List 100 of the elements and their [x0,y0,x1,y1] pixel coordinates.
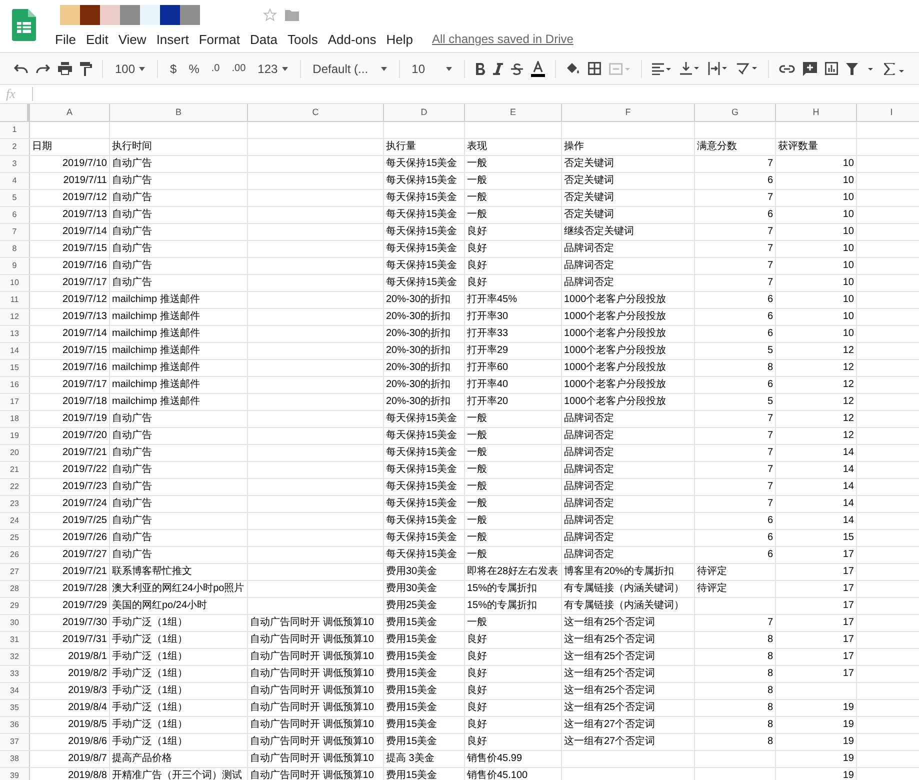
menu-item[interactable]: Edit [80,32,114,46]
row-header[interactable]: 26 [0,547,30,563]
insert-comment-icon[interactable] [802,62,817,76]
row-header[interactable]: 3 [0,156,30,172]
menu-item[interactable]: Format [194,32,245,46]
more-formats-dropdown[interactable]: 123 [256,62,290,76]
table-cell-text: 一般 [466,191,488,205]
borders-icon[interactable] [588,62,601,75]
row-header[interactable]: 38 [0,751,30,767]
table-cell-text: 品牌词否定 [563,276,615,290]
table-cell-text: 一般 [466,446,488,460]
table-cell-text: 自动广告同时开 调低预算10 [249,667,375,681]
row-header[interactable]: 7 [0,224,30,240]
row-header[interactable]: 36 [0,717,30,733]
column-header[interactable]: D [384,104,465,121]
strikethrough-icon[interactable] [510,62,523,74]
increase-decimals-button[interactable]: .00 [230,63,248,74]
menu-item[interactable]: View [113,32,152,46]
column-header[interactable]: H [776,104,857,121]
column-header[interactable]: C [248,104,384,121]
row-header[interactable]: 23 [0,496,30,512]
row-header[interactable]: 18 [0,411,30,427]
functions-icon[interactable] [884,62,906,74]
row-header[interactable]: 33 [0,666,30,682]
merge-cells-icon[interactable] [608,62,631,74]
menu-item[interactable]: File [50,32,81,46]
row-header[interactable]: 19 [0,428,30,444]
row-header[interactable]: 8 [0,241,30,257]
row-header[interactable]: 14 [0,343,30,359]
font-size-dropdown[interactable]: 10 [410,62,454,76]
column-header[interactable]: F [562,104,695,121]
link-icon[interactable] [778,64,795,72]
row-header[interactable]: 37 [0,734,30,750]
row-header[interactable]: 4 [0,173,30,189]
table-cell-text: 良好 [466,242,488,256]
column-header[interactable]: I [857,104,919,121]
row-header[interactable]: 10 [0,275,30,291]
bold-icon[interactable] [474,62,485,74]
row-header[interactable]: 21 [0,462,30,478]
row-header[interactable]: 2 [0,139,30,155]
table-cell-text: 手动广泛（1组） [111,633,189,647]
table-cell-text: 销售价45.99 [466,752,524,766]
table-cell-text: 2019/7/13 [62,208,108,222]
row-header[interactable]: 29 [0,598,30,614]
print-icon[interactable] [58,62,72,75]
text-color-icon[interactable] [530,60,545,76]
zoom-dropdown[interactable]: 100 [113,62,148,76]
undo-icon[interactable] [14,64,28,74]
font-dropdown[interactable]: Default (... [310,62,389,76]
row-header[interactable]: 25 [0,530,30,546]
table-cell-text: 20%-30的折扣 [385,344,452,358]
row-header[interactable]: 30 [0,615,30,631]
menu-item[interactable]: Tools [282,32,323,46]
row-header[interactable]: 35 [0,700,30,716]
row-header[interactable]: 28 [0,581,30,597]
menu-item[interactable]: Insert [151,32,194,46]
decrease-decimals-button[interactable]: .0 [209,63,222,74]
row-header[interactable]: 32 [0,649,30,665]
vertical-align-icon[interactable] [680,62,700,75]
filter-icon[interactable] [846,62,876,74]
row-header[interactable]: 34 [0,683,30,699]
row-header[interactable]: 13 [0,326,30,342]
row-header[interactable]: 17 [0,394,30,410]
row-header[interactable]: 11 [0,292,30,308]
table-cell-text: 打开率40 [466,378,510,392]
row-header[interactable]: 1 [0,122,30,138]
save-status-link[interactable]: All changes saved in Drive [432,32,574,46]
row-header[interactable]: 16 [0,377,30,393]
row-header[interactable]: 31 [0,632,30,648]
text-wrap-icon[interactable] [708,62,728,75]
column-header[interactable]: B [110,104,248,121]
currency-format-button[interactable]: $ [168,62,179,76]
table-cell-text: 6 [766,174,774,188]
star-icon[interactable] [263,8,277,22]
menu-item[interactable]: Data [245,32,282,46]
column-header[interactable]: A [30,104,110,121]
redo-icon[interactable] [36,64,50,74]
align-left-icon[interactable] [652,62,672,74]
sheets-logo-icon[interactable] [12,9,36,41]
column-header[interactable]: E [465,104,562,121]
menu-item[interactable]: Add-ons [322,32,382,46]
fill-color-icon[interactable] [566,62,580,75]
row-header[interactable]: 9 [0,258,30,274]
row-header[interactable]: 12 [0,309,30,325]
chart-icon[interactable] [824,62,838,75]
row-header[interactable]: 20 [0,445,30,461]
row-header[interactable]: 39 [0,768,30,780]
percent-format-button[interactable]: % [186,62,202,76]
paint-format-icon[interactable] [80,62,92,76]
row-header[interactable]: 22 [0,479,30,495]
text-rotation-icon[interactable] [736,62,758,75]
table-cell-text: 继续否定关键词 [563,225,635,239]
italic-icon[interactable] [492,62,503,74]
row-header[interactable]: 24 [0,513,30,529]
row-header[interactable]: 6 [0,207,30,223]
row-header[interactable]: 27 [0,564,30,580]
row-header[interactable]: 5 [0,190,30,206]
column-header[interactable]: G [695,104,776,121]
menu-item[interactable]: Help [381,32,418,46]
row-header[interactable]: 15 [0,360,30,376]
